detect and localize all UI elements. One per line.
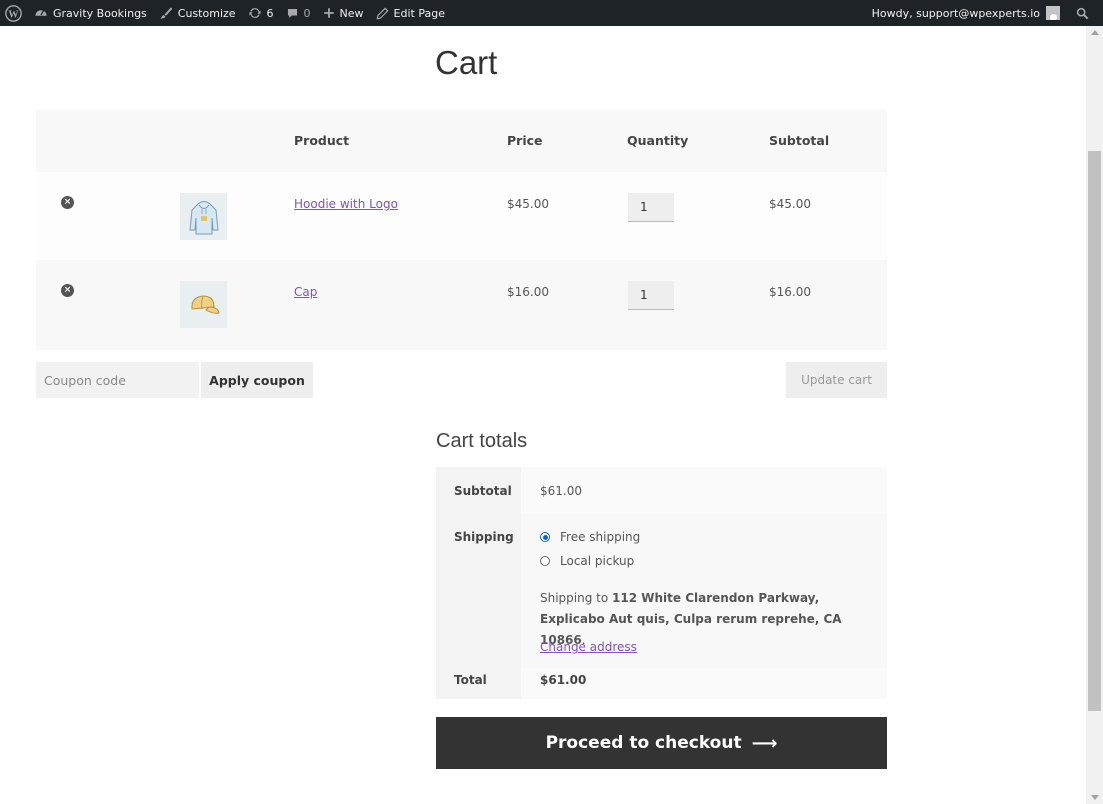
subtotal-value: $61.00 [540,484,582,498]
local-pickup-label[interactable]: Local pickup [560,554,634,568]
total-row: $61.00 [521,668,887,699]
product-link[interactable]: Cap [294,285,317,299]
total-value: $61.00 [540,673,587,687]
proceed-to-checkout-button[interactable]: Proceed to checkout ⟶ [436,717,887,769]
site-name-label: Gravity Bookings [53,6,147,20]
updates-count: 6 [266,6,274,20]
page-title: Cart [435,44,498,81]
free-shipping-radio[interactable] [540,532,550,542]
item-price: $45.00 [507,197,549,211]
edit-page-label: Edit Page [393,6,445,20]
cart-totals-title: Cart totals [436,430,528,452]
cart-totals-table: Subtotal Shipping Total $61.00 Free ship… [436,467,887,699]
free-shipping-label[interactable]: Free shipping [560,530,640,544]
admin-bar: W Gravity Bookings Customize 6 0 New Edi… [0,0,1103,26]
quantity-input[interactable] [628,281,674,310]
pencil-icon [376,6,389,19]
arrow-right-icon: ⟶ [751,732,778,754]
svg-text:W: W [8,9,19,20]
my-account-link[interactable]: Howdy, support@wpexperts.io [866,0,1066,26]
comments-count: 0 [303,6,311,20]
search-icon [1076,7,1089,19]
howdy-label: Howdy, support@wpexperts.io [871,6,1040,20]
updates-icon [248,8,261,18]
customize-link[interactable]: Customize [153,0,242,26]
totals-label-column: Subtotal Shipping Total [436,467,521,699]
remove-item-icon[interactable]: × [61,284,74,297]
item-subtotal: $16.00 [769,285,811,299]
header-price: Price [507,133,543,148]
change-address-link[interactable]: Change address [540,640,637,654]
item-price: $16.00 [507,285,549,299]
local-pickup-radio[interactable] [540,556,550,566]
header-quantity: Quantity [627,133,689,148]
header-product: Product [294,133,350,148]
brush-icon [160,7,173,19]
scroll-up-arrow-icon[interactable] [1091,30,1099,35]
site-name-link[interactable]: Gravity Bookings [28,0,153,26]
avatar [1046,6,1060,20]
quantity-input[interactable] [628,193,674,222]
cap-icon [190,294,220,314]
cart-table-header: Product Price Quantity Subtotal [36,110,887,172]
page-scrollbar[interactable] [1086,26,1103,804]
edit-page-link[interactable]: Edit Page [370,0,451,26]
total-label: Total [454,673,487,687]
header-subtotal: Subtotal [769,133,830,148]
scrollbar-thumb[interactable] [1088,151,1101,711]
remove-item-icon[interactable]: × [61,196,74,209]
plus-icon [323,8,334,18]
cart-item-row: × Hoodie with Logo $45.00 $45.00 [36,172,887,260]
shipping-row: Free shipping Local pickup Shipping to 1… [521,513,887,668]
product-thumbnail[interactable] [180,281,227,328]
item-subtotal: $45.00 [769,197,811,211]
customize-label: Customize [177,6,236,20]
admin-search-button[interactable] [1066,0,1103,26]
subtotal-row: $61.00 [521,467,887,513]
hoodie-icon [188,200,219,234]
apply-coupon-button[interactable]: Apply coupon [201,362,313,398]
shipping-to-prefix: Shipping to [540,591,609,605]
new-content-link[interactable]: New [317,0,370,26]
shipping-label: Shipping [454,530,514,544]
updates-link[interactable]: 6 [242,0,280,26]
subtotal-label: Subtotal [454,484,512,498]
coupon-code-input[interactable] [36,362,199,398]
comment-icon [287,8,297,18]
product-thumbnail[interactable] [180,193,227,240]
comments-link[interactable]: 0 [280,0,317,26]
dashboard-icon [35,9,47,16]
checkout-label: Proceed to checkout [545,733,742,753]
new-label: New [339,6,364,20]
update-cart-button[interactable]: Update cart [786,362,887,398]
wordpress-logo-icon[interactable]: W [0,0,28,26]
product-link[interactable]: Hoodie with Logo [294,197,398,211]
scroll-down-arrow-icon[interactable] [1091,795,1099,800]
cart-item-row: × Cap $16.00 $16.00 [36,260,887,350]
